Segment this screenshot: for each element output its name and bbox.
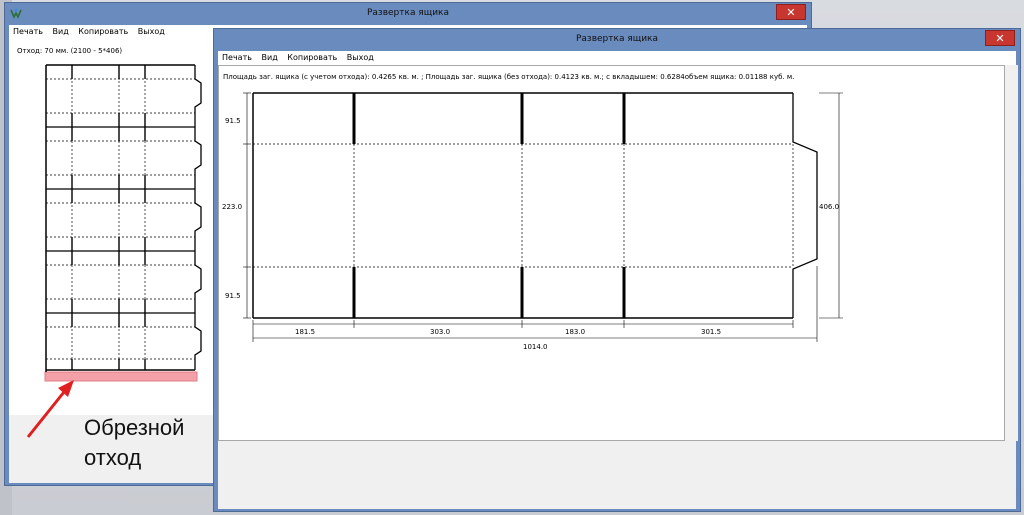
menu-print[interactable]: Печать xyxy=(222,53,252,62)
window-front: Развертка ящика ✕ Печать Вид Копировать … xyxy=(213,28,1021,512)
dim-bottom-2: 303.0 xyxy=(430,328,450,336)
dim-bottom-1: 181.5 xyxy=(295,328,315,336)
window-front-bottom-area xyxy=(218,441,1016,509)
menubar-front: Печать Вид Копировать Выход xyxy=(218,51,1016,65)
menu-exit[interactable]: Выход xyxy=(138,27,165,36)
close-button[interactable]: ✕ xyxy=(776,4,806,20)
box-blank-drawing: 91.5 223.0 91.5 406.0 181.5 303.0 183.0 … xyxy=(222,92,843,351)
menu-view[interactable]: Вид xyxy=(53,27,69,36)
close-button[interactable]: ✕ xyxy=(985,30,1015,46)
blank-drawing-canvas: Площадь заг. ящика (с учетом отхода): 0.… xyxy=(218,65,1005,441)
titlebar-front[interactable]: Развертка ящика ✕ xyxy=(214,29,1020,51)
vertical-scroll-strip[interactable] xyxy=(1005,65,1018,441)
menu-copy[interactable]: Копировать xyxy=(78,27,128,36)
dim-left-bottom: 91.5 xyxy=(225,292,241,300)
dim-right-total: 406.0 xyxy=(819,203,839,211)
menu-copy[interactable]: Копировать xyxy=(287,53,337,62)
window-title: Развертка ящика xyxy=(366,8,450,18)
dim-bottom-4: 301.5 xyxy=(701,328,721,336)
menu-exit[interactable]: Выход xyxy=(347,53,374,62)
dim-left-top: 91.5 xyxy=(225,117,241,125)
waste-strip-highlight xyxy=(44,371,198,382)
dim-bottom-3: 183.0 xyxy=(565,328,585,336)
menu-view[interactable]: Вид xyxy=(262,53,278,62)
dim-left-middle: 223.0 xyxy=(222,203,242,211)
menu-print[interactable]: Печать xyxy=(13,27,43,36)
annotation-line-2: отход xyxy=(84,445,142,470)
window-title: Развертка ящика xyxy=(575,34,659,44)
dim-bottom-total: 1014.0 xyxy=(523,343,548,351)
annotation-text: Обрезной отход xyxy=(84,413,214,473)
titlebar-back[interactable]: Развертка ящика ✕ xyxy=(5,3,811,25)
annotation-line-1: Обрезной xyxy=(84,415,185,440)
